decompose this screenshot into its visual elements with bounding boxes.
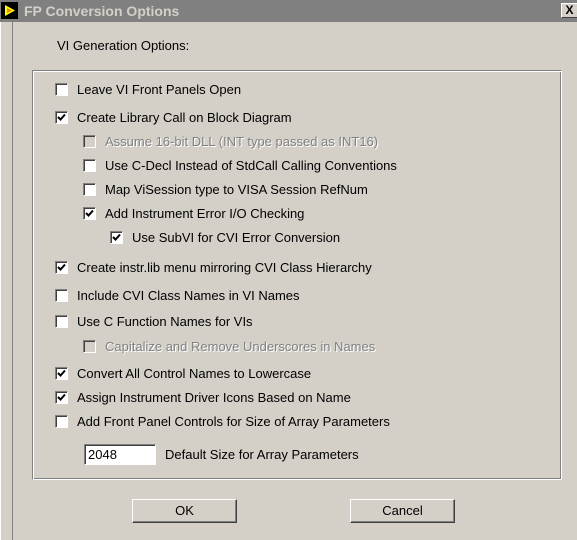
checkbox-box [83,340,96,353]
checkbox-label: Create Library Call on Block Diagram [77,110,292,125]
checkbox-label: Leave VI Front Panels Open [77,82,242,97]
checkbox-box[interactable] [55,289,68,302]
title-bar[interactable]: FP Conversion Options X [0,0,577,22]
section-label: VI Generation Options: [57,38,190,53]
checkmark-icon [57,263,66,271]
checkbox-label: Assume 16-bit DLL (INT type passed as IN… [105,134,379,149]
checkbox-label: Capitalize and Remove Underscores in Nam… [105,339,376,354]
close-button[interactable]: X [561,3,577,18]
checkbox-label: Use C-Decl Instead of StdCall Calling Co… [105,158,397,173]
checkbox-box[interactable] [55,367,68,380]
checkbox-box[interactable] [83,159,96,172]
checkbox-box[interactable] [83,183,96,196]
checkbox-label: Convert All Control Names to Lowercase [77,366,312,381]
checkbox-label: Map ViSession type to VISA Session RefNu… [105,182,368,197]
checkbox-box[interactable] [55,315,68,328]
checkmark-icon [85,209,94,217]
checkmark-icon [57,369,66,377]
array-size-input[interactable]: 2048 [84,444,156,465]
checkbox-label: Include CVI Class Names in VI Names [77,288,300,303]
checkbox-box[interactable] [55,261,68,274]
checkbox-label: Add Instrument Error I/O Checking [105,206,305,221]
array-size-label: Default Size for Array Parameters [165,447,359,462]
window-title: FP Conversion Options [24,3,180,19]
checkbox-box[interactable] [55,391,68,404]
checkmark-icon [57,393,66,401]
cancel-button[interactable]: Cancel [350,499,455,523]
checkbox-box[interactable] [55,415,68,428]
checkbox-label: Add Front Panel Controls for Size of Arr… [77,414,390,429]
checkbox-label: Assign Instrument Driver Icons Based on … [77,390,351,405]
window-frame-left [0,22,1,540]
checkbox-box [83,135,96,148]
labview-vi-icon [1,2,18,19]
window-frame-inner [12,22,13,540]
checkmark-icon [112,233,121,241]
checkbox-label: Create instr.lib menu mirroring CVI Clas… [77,260,372,275]
ok-button[interactable]: OK [132,499,237,523]
checkmark-icon [57,113,66,121]
checkbox-box[interactable] [83,207,96,220]
checkbox-label: Use C Function Names for VIs [77,314,253,329]
checkbox-box[interactable] [55,111,68,124]
checkbox-box[interactable] [55,83,68,96]
checkbox-box[interactable] [110,231,123,244]
checkbox-label: Use SubVI for CVI Error Conversion [132,230,341,245]
